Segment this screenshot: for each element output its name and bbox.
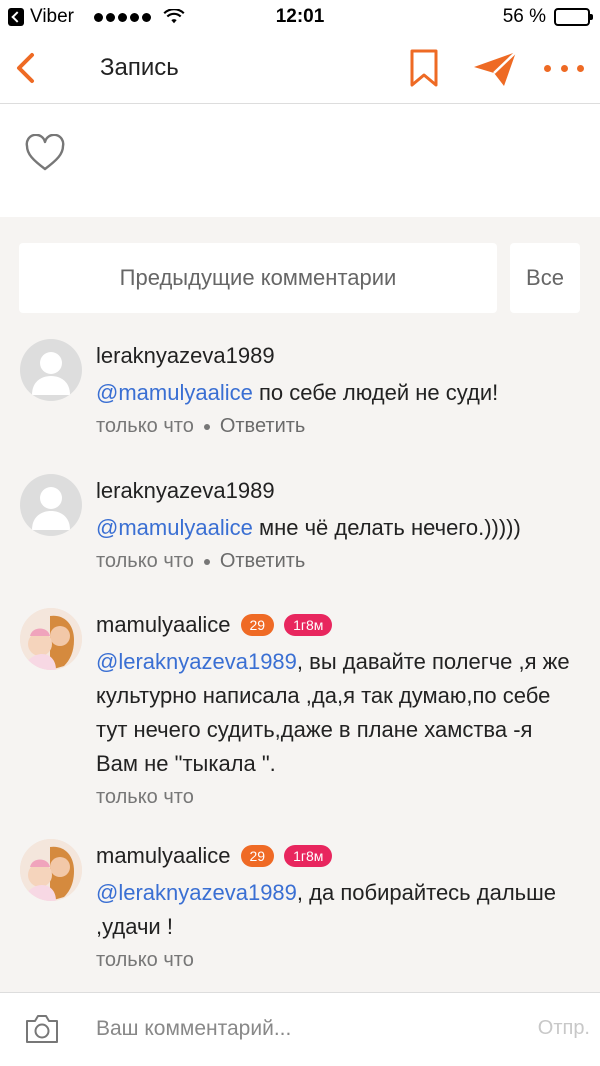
child-age-badge: 1г8м [284, 845, 333, 867]
send-button[interactable]: Отпр. [538, 1017, 590, 1040]
mention-link[interactable]: @leraknyazeva1989 [96, 649, 297, 674]
avatar[interactable] [20, 339, 82, 401]
avatar[interactable] [20, 608, 82, 670]
comment-text: @leraknyazeva1989, да побирайтесь дальше… [96, 880, 557, 939]
bookmark-icon[interactable] [408, 48, 440, 88]
age-badge: 29 [240, 845, 275, 867]
comment-time: только что [96, 550, 194, 572]
comment-author[interactable]: leraknyazeva1989 [96, 476, 580, 506]
separator-dot [203, 423, 210, 430]
comment-time: только что [96, 949, 194, 971]
separator-dot [203, 558, 210, 565]
battery-percent: 56 % [502, 6, 546, 27]
previous-comments-button[interactable]: Предыдущие комментарии [19, 243, 497, 313]
comment-author[interactable]: mamulyaalice 29 1г8м [96, 841, 580, 871]
comment-input-bar: Отпр. [0, 992, 600, 1066]
page-title: Запись [100, 54, 179, 81]
like-area [0, 104, 600, 217]
share-send-icon[interactable] [472, 50, 518, 88]
mention-link[interactable]: @leraknyazeva1989 [96, 880, 297, 905]
status-bar: Viber 12:01 56 % [0, 0, 600, 34]
comment-time: только что [96, 786, 194, 808]
comment-text: @mamulyaalice мне чё делать нечего.))))) [96, 515, 521, 540]
heart-like-icon[interactable] [24, 134, 66, 172]
more-options-icon[interactable] [544, 56, 584, 80]
comment-text: @mamulyaalice по себе людей не суди! [96, 380, 499, 405]
user-photo-icon [20, 839, 82, 901]
comment-author[interactable]: mamulyaalice 29 1г8м [96, 610, 580, 640]
avatar[interactable] [20, 474, 82, 536]
comment-author[interactable]: leraknyazeva1989 [96, 341, 580, 371]
child-age-badge: 1г8м [284, 614, 333, 636]
back-chevron-icon[interactable] [10, 50, 46, 86]
camera-icon[interactable] [24, 1013, 60, 1045]
mention-link[interactable]: @mamulyaalice [96, 380, 253, 405]
comment-time: только что [96, 415, 194, 437]
default-avatar-icon [32, 487, 70, 530]
all-comments-button[interactable]: Все [510, 243, 580, 313]
avatar[interactable] [20, 839, 82, 901]
nav-bar: Запись [0, 34, 600, 104]
age-badge: 29 [240, 614, 275, 636]
battery-icon [554, 8, 593, 26]
reply-link[interactable]: Ответить [220, 415, 306, 438]
reply-link[interactable]: Ответить [220, 550, 306, 573]
user-photo-icon [20, 608, 82, 670]
default-avatar-icon [32, 352, 70, 395]
comment-text: @leraknyazeva1989, вы давайте полегче ,я… [96, 649, 570, 776]
mention-link[interactable]: @mamulyaalice [96, 515, 253, 540]
comment-input[interactable] [96, 1007, 516, 1051]
